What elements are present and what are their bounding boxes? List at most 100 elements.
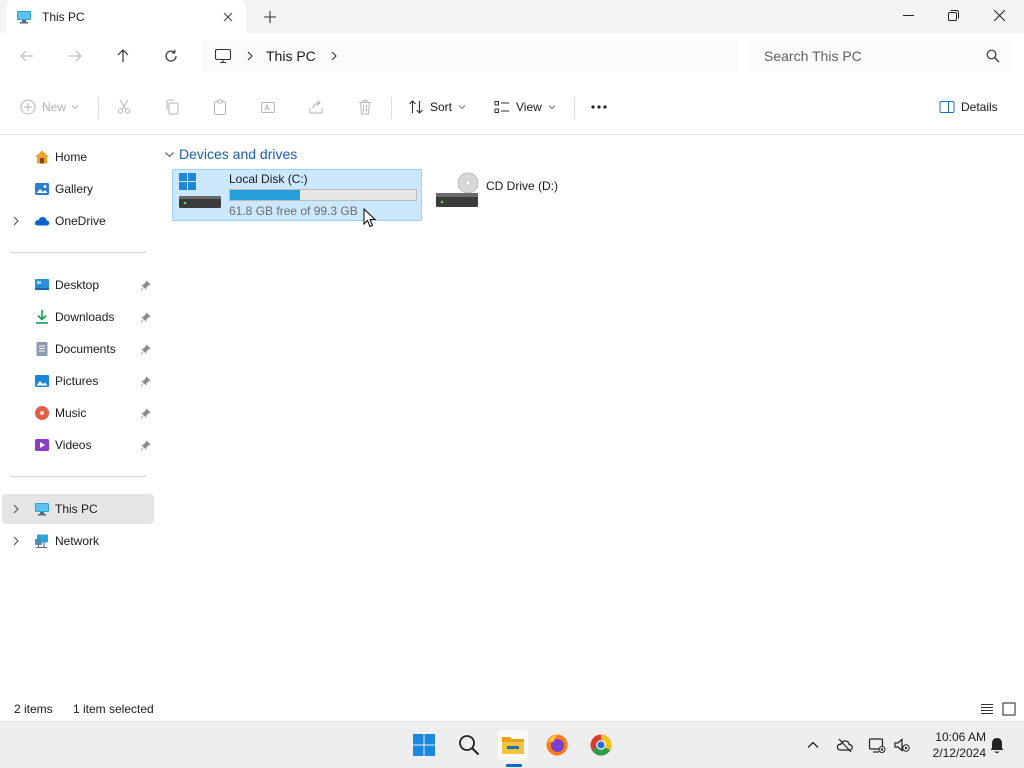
nav-item-network[interactable]: Network — [2, 526, 154, 556]
tab-title: This PC — [42, 9, 85, 24]
restore-button[interactable] — [930, 0, 976, 30]
address-bar: This PC Search This PC — [0, 33, 1024, 79]
tab-this-pc[interactable]: This PC — [6, 0, 246, 33]
command-divider — [391, 97, 392, 119]
scissors-icon — [117, 99, 131, 114]
nav-label: Desktop — [55, 278, 100, 292]
notification-bell-icon[interactable] — [988, 736, 1006, 754]
nav-item-videos[interactable]: Videos — [2, 430, 154, 460]
nav-divider — [10, 476, 146, 477]
nav-item-desktop[interactable]: Desktop — [2, 270, 154, 300]
nav-item-gallery[interactable]: Gallery — [2, 174, 154, 204]
this-pc-icon — [17, 10, 31, 23]
chevron-right-icon[interactable] — [10, 503, 22, 515]
volume-muted-icon[interactable] — [893, 736, 911, 754]
nav-item-this-pc[interactable]: This PC — [2, 494, 154, 524]
drive-name: CD Drive (D:) — [486, 179, 558, 193]
taskbar-clock[interactable]: 10:06 AM 2/12/2024 — [920, 729, 986, 761]
view-list-icon — [494, 101, 509, 113]
rename-button[interactable] — [260, 93, 276, 121]
breadcrumb[interactable]: This PC — [202, 40, 738, 72]
large-icons-view-icon[interactable] — [1001, 701, 1017, 717]
minimize-button[interactable] — [885, 0, 931, 30]
clock-date: 2/12/2024 — [932, 746, 986, 760]
details-pane-button[interactable]: Details — [939, 93, 998, 121]
details-view-icon[interactable] — [979, 701, 995, 717]
copy-button[interactable] — [164, 93, 180, 121]
up-button[interactable] — [107, 41, 139, 71]
nav-item-music[interactable]: Music — [2, 398, 154, 428]
breadcrumb-this-pc[interactable]: This PC — [266, 48, 316, 64]
forward-button[interactable] — [59, 41, 91, 71]
new-tab-button[interactable] — [258, 5, 282, 29]
nav-label: This PC — [55, 502, 98, 516]
paste-button[interactable] — [212, 93, 228, 121]
file-explorer-icon — [502, 737, 524, 754]
pin-icon[interactable] — [140, 439, 151, 451]
search-input[interactable]: Search This PC — [764, 48, 986, 64]
search-box[interactable]: Search This PC — [748, 40, 1012, 72]
title-bar: This PC — [0, 0, 1024, 33]
selection-count: 1 item selected — [73, 702, 154, 716]
back-button[interactable] — [11, 41, 43, 71]
taskbar-search-button[interactable] — [454, 730, 484, 760]
plus-icon — [264, 11, 276, 23]
details-pane-icon — [939, 101, 955, 113]
chevron-right-icon[interactable] — [10, 215, 22, 227]
chevron-right-icon[interactable] — [328, 50, 340, 62]
this-pc-icon — [35, 503, 49, 516]
rename-icon — [261, 102, 275, 113]
windows-drive-icon — [179, 173, 221, 208]
cut-button[interactable] — [116, 93, 132, 121]
status-bar: 2 items 1 item selected — [0, 697, 1024, 721]
nav-item-onedrive[interactable]: OneDrive — [2, 206, 154, 236]
network-status-icon[interactable] — [868, 736, 886, 754]
drive-tile-local-disk-c[interactable]: Local Disk (C:) 61.8 GB free of 99.3 GB — [172, 169, 422, 221]
drive-name: Local Disk (C:) — [229, 172, 308, 186]
taskbar-firefox[interactable] — [542, 730, 572, 760]
sort-button[interactable]: Sort — [408, 93, 466, 121]
share-button[interactable] — [308, 93, 324, 121]
chevron-down-icon — [71, 105, 79, 110]
chevron-right-icon[interactable] — [244, 50, 256, 62]
start-button[interactable] — [409, 730, 439, 760]
close-tab-button[interactable] — [216, 5, 240, 29]
nav-item-pictures[interactable]: Pictures — [2, 366, 154, 396]
sort-icon — [409, 100, 423, 114]
nav-item-home[interactable]: Home — [2, 142, 154, 172]
more-options-button[interactable] — [590, 93, 608, 121]
chevron-down-icon[interactable] — [164, 149, 175, 160]
pin-icon[interactable] — [140, 343, 151, 355]
nav-item-documents[interactable]: Documents — [2, 334, 154, 364]
close-window-button[interactable] — [976, 0, 1022, 30]
close-icon — [993, 9, 1005, 21]
delete-button[interactable] — [357, 93, 373, 121]
command-bar: New Sort View Details — [0, 79, 1024, 135]
group-header[interactable]: Devices and drives — [164, 146, 297, 162]
nav-divider — [10, 252, 146, 253]
windows-logo-icon — [413, 734, 435, 756]
monitor-icon — [214, 48, 232, 64]
taskbar-file-explorer[interactable] — [498, 730, 528, 760]
refresh-button[interactable] — [155, 41, 187, 71]
new-label: New — [42, 100, 67, 114]
nav-item-downloads[interactable]: Downloads — [2, 302, 154, 332]
share-icon — [309, 100, 323, 114]
pin-icon[interactable] — [140, 311, 151, 323]
mouse-cursor-icon — [363, 208, 377, 228]
active-app-indicator — [506, 764, 522, 767]
pin-icon[interactable] — [140, 375, 151, 387]
pictures-icon — [35, 375, 49, 387]
pin-icon[interactable] — [140, 407, 151, 419]
view-button[interactable]: View — [494, 93, 556, 121]
new-button[interactable]: New — [20, 93, 79, 121]
onedrive-offline-icon[interactable] — [836, 736, 854, 754]
firefox-icon — [546, 734, 568, 756]
drive-tile-cd-drive-d[interactable]: CD Drive (D:) — [430, 169, 610, 221]
pin-icon[interactable] — [140, 279, 151, 291]
drive-usage-bar — [229, 189, 417, 201]
chevron-right-icon[interactable] — [10, 535, 22, 547]
taskbar-chrome[interactable] — [586, 730, 616, 760]
restore-icon — [947, 9, 959, 21]
chevron-up-icon[interactable] — [804, 736, 822, 754]
